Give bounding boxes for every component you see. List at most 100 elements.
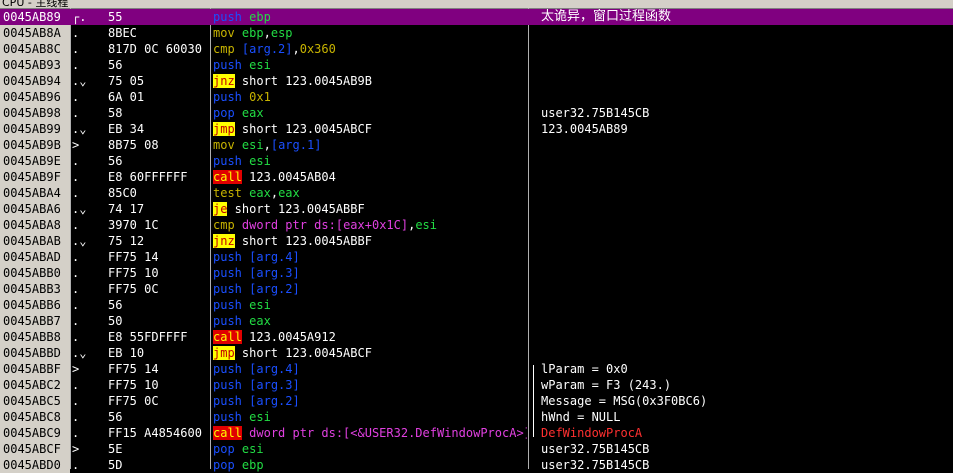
disasm-row[interactable]: 0045ABBD .⌄ EB 10 jmp short 123.0045ABCF (0, 345, 953, 361)
disasm-row[interactable]: 0045ABAD. FF75 14 push [arg.4] (0, 249, 953, 265)
window-title-bar: CPU - 主线程 (0, 0, 953, 9)
hex-bytes-cell: E8 55FDFFFF (108, 330, 188, 344)
jump-marker: .⌄ (72, 122, 87, 136)
jump-marker: . (72, 298, 80, 312)
asm-token: cmp (213, 218, 235, 232)
comment-cell: Message = MSG(0x3F0BC6) (541, 394, 708, 408)
comment-cell (541, 265, 953, 281)
asm-token: , (263, 138, 271, 152)
asm-token: push (213, 90, 242, 104)
disasm-row[interactable]: 0045ABB7. 50 push eax (0, 313, 953, 329)
hex-bytes-cell: 6A 01 (108, 90, 145, 104)
disasm-row[interactable]: 0045ABD0. 5D pop ebp user32.75B145CB (0, 457, 953, 473)
address-cell: 0045ABD0 (0, 457, 70, 473)
disassembly-cell: call dword ptr ds:[<&USER32.DefWindowPro… (213, 425, 527, 441)
address-cell: 0045AB89 (0, 9, 70, 25)
address-cell: 0045AB96 (0, 89, 70, 105)
jump-marker: > (72, 442, 80, 456)
disasm-row[interactable]: 0045ABBF > FF75 14 push [arg.4] lParam = 0x0 (0, 361, 953, 377)
disasm-row[interactable]: 0045ABA4. 85C0 test eax,eax (0, 185, 953, 201)
jump-marker: . (72, 170, 80, 184)
address-cell: 0045ABBD (0, 345, 70, 361)
jump-marker: . (72, 378, 80, 392)
hex-bytes-cell: EB 10 (108, 346, 145, 360)
asm-token: esp (270, 26, 293, 40)
jump-marker: . (72, 106, 80, 120)
disasm-row[interactable]: 0045AB94 .⌄ 75 05 jnz short 123.0045AB9B (0, 73, 953, 89)
address-cell: 0045ABB7 (0, 313, 70, 329)
asm-token (235, 218, 242, 232)
disassembly-cell: cmp [arg.2],0x360 (213, 41, 527, 57)
comment-cell: user32.75B145CB (541, 106, 650, 120)
comment-cell: DefWindowProcA (541, 426, 643, 440)
disasm-row[interactable]: 0045AB8A. 8BEC mov ebp,esp (0, 25, 953, 41)
asm-token: 0x1 (249, 90, 271, 104)
asm-token: [arg.2] (249, 394, 300, 408)
disasm-row[interactable]: 0045ABC2. FF75 10 push [arg.3] wParam = F3 … (0, 377, 953, 393)
asm-token: short 123.0045ABCF (234, 122, 372, 136)
comment-cell: lParam = 0x0 (541, 362, 628, 376)
address-cell: 0045AB9B (0, 137, 70, 153)
address-cell: 0045ABC9 (0, 425, 70, 441)
jump-marker: .⌄ (72, 202, 87, 216)
disassembly-cell: push [arg.3] (213, 265, 527, 281)
asm-token (235, 42, 242, 56)
disasm-row[interactable]: 0045AB9B >8B75 08 mov esi,[arg.1] (0, 137, 953, 153)
asm-token: push (213, 282, 242, 296)
address-cell: 0045ABA6 (0, 201, 70, 217)
address-cell: 0045ABA4 (0, 185, 70, 201)
disasm-row[interactable]: 0045ABA8. 3970 1C cmp dword ptr ds:[eax+0x… (0, 217, 953, 233)
jump-marker: .⌄ (72, 346, 87, 360)
disasm-row[interactable]: 0045AB98. 58 pop eax user32.75B145CB (0, 105, 953, 121)
jump-marker: . (72, 42, 80, 56)
comment-cell (541, 329, 953, 345)
asm-token: , (292, 42, 300, 56)
hex-bytes-cell: FF75 0C (108, 394, 159, 408)
asm-token: [arg.1] (270, 138, 322, 152)
jump-marker: . (72, 394, 80, 408)
disasm-row[interactable]: 0045AB8C. 817D 0C 60030 cmp [arg.2],0x360 (0, 41, 953, 57)
jump-marker: . (72, 426, 80, 440)
asm-token: eax (249, 186, 271, 200)
disasm-row[interactable]: 0045ABC9. FF15 A4854600 call dword ptr ds:… (0, 425, 953, 441)
jump-marker: .⌄ (72, 74, 87, 88)
comment-cell: hWnd = NULL (541, 410, 621, 424)
asm-token: push (213, 362, 242, 376)
disasm-row[interactable]: 0045ABB3. FF75 0C push [arg.2] (0, 281, 953, 297)
jump-marker: . (72, 410, 80, 424)
disasm-row[interactable]: 0045ABC5. FF75 0C push [arg.2] Message = MS… (0, 393, 953, 409)
hex-bytes-cell: 56 (108, 58, 123, 72)
disasm-row[interactable]: 0045AB9E. 56 push esi (0, 153, 953, 169)
address-cell: 0045ABC5 (0, 393, 70, 409)
disasm-row[interactable]: 0045AB89 ┌. 55 push ebp 太诡异，窗口过程函数 (0, 9, 953, 25)
comment-cell: user32.75B145CB (541, 458, 650, 472)
asm-token: short 123.0045AB9B (234, 74, 372, 88)
address-cell: 0045AB8A (0, 25, 70, 41)
comment-cell (541, 137, 953, 153)
hex-bytes-cell: 85C0 (108, 186, 137, 200)
comment-cell (541, 345, 953, 361)
disasm-row[interactable]: 0045AB96. 6A 01 push 0x1 (0, 89, 953, 105)
disassembly-cell: push esi (213, 409, 527, 425)
disasm-row[interactable]: 0045ABB6. 56 push esi (0, 297, 953, 313)
disasm-row[interactable]: 0045ABCF >5E pop esi user32.75B145CB (0, 441, 953, 457)
address-cell: 0045AB93 (0, 57, 70, 73)
disassembly-cell: test eax,eax (213, 185, 527, 201)
hex-bytes-cell: 56 (108, 410, 123, 424)
asm-token: mov (213, 138, 235, 152)
disasm-row[interactable]: 0045ABA6 .⌄ 74 17 je short 123.0045ABBF (0, 201, 953, 217)
disasm-row[interactable]: 0045ABC8. 56 push esi hWnd = NULL (0, 409, 953, 425)
disasm-row[interactable]: 0045AB9F. E8 60FFFFFF call 123.0045AB04 (0, 169, 953, 185)
disasm-row[interactable]: 0045ABAB .⌄ 75 12 jnz short 123.0045ABBF (0, 233, 953, 249)
jump-marker: > (72, 138, 80, 152)
asm-token: jnz (213, 234, 235, 248)
address-cell: 0045ABAB (0, 233, 70, 249)
disasm-row[interactable]: 0045ABB0. FF75 10 push [arg.3] (0, 265, 953, 281)
disasm-row[interactable]: 0045AB93. 56 push esi (0, 57, 953, 73)
disasm-row[interactable]: 0045AB99 .⌄ EB 34 jmp short 123.0045ABCF 123… (0, 121, 953, 137)
asm-token: call (213, 330, 242, 344)
asm-token: [arg.2] (249, 282, 300, 296)
comment-cell (541, 169, 953, 185)
disasm-row[interactable]: 0045ABB8. E8 55FDFFFF call 123.0045A912 (0, 329, 953, 345)
asm-token: je (213, 202, 228, 216)
